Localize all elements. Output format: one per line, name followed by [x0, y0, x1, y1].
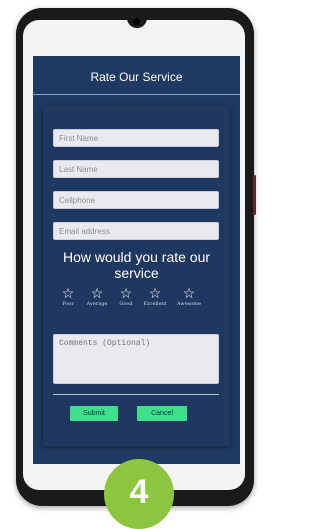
star-outline-icon: ☆ — [182, 285, 196, 301]
step-number-badge: 4 — [104, 459, 174, 529]
star-rating: ☆ Poor ☆ Average ☆ Good ☆ Excellent ☆ Aw… — [51, 286, 223, 314]
submit-button[interactable]: Submit — [70, 406, 118, 421]
comments-textarea[interactable] — [53, 334, 219, 384]
rate-service-app: Rate Our Service First Name Last Name Ce… — [33, 56, 240, 464]
cellphone-input[interactable]: Cellphone — [53, 191, 219, 209]
rating-form-card: First Name Last Name Cellphone Email add… — [43, 106, 230, 446]
camera-icon — [133, 18, 140, 25]
page-title: Rate Our Service — [90, 70, 183, 84]
rating-question: How would you rate our service — [62, 249, 211, 281]
title-divider — [33, 94, 240, 95]
first-name-input[interactable]: First Name — [53, 129, 219, 147]
rating-option-label: Awesome — [177, 301, 201, 307]
rating-option-label: Excellent — [143, 301, 167, 307]
rating-option-awesome[interactable]: ☆ Awesome — [172, 286, 206, 307]
email-input[interactable]: Email address — [53, 222, 219, 240]
cancel-button[interactable]: Cancel — [137, 406, 187, 421]
phone-side-button — [253, 175, 256, 215]
star-outline-icon: ☆ — [148, 285, 162, 301]
last-name-input[interactable]: Last Name — [53, 160, 219, 178]
rating-option-excellent[interactable]: ☆ Excellent — [138, 286, 172, 307]
actions-divider — [53, 394, 219, 395]
